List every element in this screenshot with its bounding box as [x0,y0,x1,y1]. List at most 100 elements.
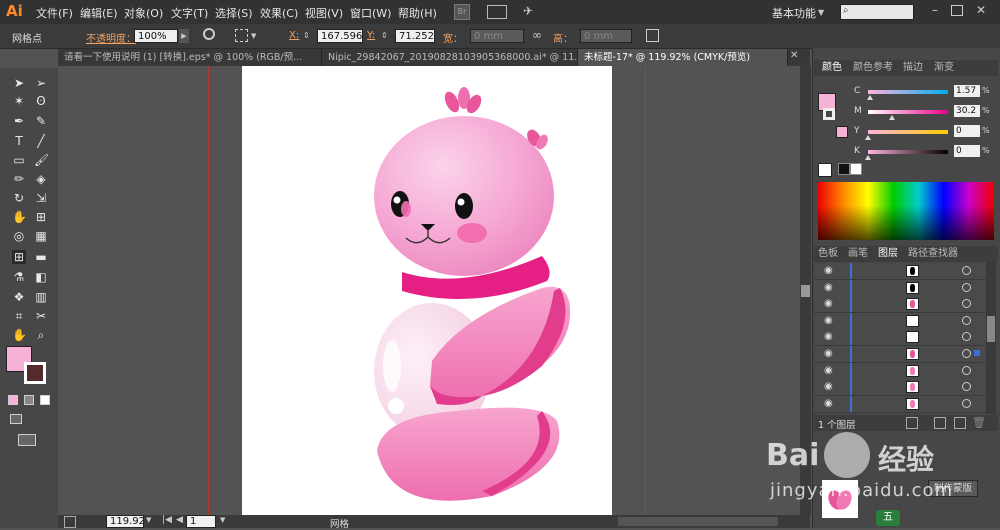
transform-icon[interactable] [646,29,659,42]
menu-help[interactable]: 帮助(H) [398,5,437,21]
tab-pathfinder[interactable]: 路径查找器 [908,247,958,261]
blend-tool-icon[interactable]: ◧ [34,270,48,284]
layer-target-icon[interactable] [962,299,971,309]
screen-mode-icon[interactable] [18,434,36,446]
none-color-swatch[interactable] [818,163,832,177]
locate-object-icon[interactable] [906,417,918,429]
draw-mode-icon[interactable] [10,414,22,424]
artboard-number-input[interactable]: 1 [186,515,216,528]
tab-close-icon[interactable]: ✕ [790,50,798,61]
out-of-gamut-swatch[interactable] [836,126,848,138]
canvas-scroll-thumb[interactable] [801,285,810,297]
x-input[interactable]: 167.596 [317,29,363,43]
maximize-icon[interactable] [951,5,963,16]
layer-target-icon[interactable] [962,315,971,325]
type-tool-icon[interactable]: T [12,134,26,148]
channel-slider-k[interactable] [868,150,948,154]
first-artboard-icon[interactable]: |◀ [162,515,172,525]
bridge-icon[interactable]: Br [454,4,470,20]
reference-point-icon[interactable] [235,29,248,42]
scale-tool-icon[interactable]: ⇲ [34,191,48,205]
y-input[interactable]: 71.252 [395,29,435,43]
toolbox-stroke-swatch[interactable] [24,362,46,384]
prev-artboard-icon[interactable]: ◀ [176,515,183,525]
tab-document-3[interactable]: 未标题-17* @ 119.92% (CMYK/预览) [578,49,788,66]
layer-target-icon[interactable] [962,349,971,358]
recolor-icon[interactable] [203,28,215,40]
x-label[interactable]: X: [289,30,299,41]
rectangle-tool-icon[interactable]: ▭ [12,153,26,167]
layer-row[interactable]: ◉ [814,279,986,297]
transparency-thumbnail[interactable] [822,480,858,518]
visibility-eye-icon[interactable]: ◉ [824,298,836,310]
layer-row[interactable]: ◉ [814,379,986,397]
search-input[interactable]: ⌕ [840,4,914,20]
zoom-input[interactable]: 119.92 [106,515,144,528]
layer-row[interactable]: ◉ [814,362,986,380]
width-label[interactable]: 宽： [443,30,463,45]
channel-value-m[interactable]: 30.2 [954,105,980,117]
tab-color[interactable]: 颜色 [822,61,842,75]
visibility-eye-icon[interactable]: ◉ [824,265,836,277]
channel-value-c[interactable]: 1.57 [954,85,980,97]
workspace-switcher[interactable]: 基本功能 [772,5,816,21]
channel-slider-handle-k[interactable] [865,155,871,160]
make-mask-button[interactable]: 制作蒙版 [928,480,978,497]
layer-row[interactable]: ◉ [814,329,986,347]
zoom-tool-icon[interactable]: ⌕ [34,328,48,342]
tab-document-1[interactable]: 请看一下使用说明 (1) [转换].eps* @ 100% (RGB/预... [58,49,322,66]
make-clipping-mask-icon[interactable] [934,417,946,429]
layer-target-icon[interactable] [962,382,971,392]
menu-edit[interactable]: 编辑(E) [80,5,118,21]
hand-tool-icon[interactable]: ✋ [12,328,27,342]
visibility-eye-icon[interactable]: ◉ [824,282,836,294]
visibility-eye-icon[interactable]: ◉ [824,348,836,360]
layer-row[interactable]: ◉ [814,296,986,314]
eraser-tool-icon[interactable]: ◈ [34,172,48,186]
x-stepper-icon[interactable]: ⇕ [303,29,313,43]
gpu-icon[interactable]: ✈ [523,4,539,18]
column-graph-tool-icon[interactable]: ▥ [34,290,48,304]
menu-file[interactable]: 文件(F) [36,5,73,21]
tab-swatches[interactable]: 色板 [818,247,838,261]
opacity-label[interactable]: 不透明度： [86,30,136,45]
reference-dropdown-icon[interactable]: ▼ [251,32,256,40]
height-input[interactable]: 0 mm [580,29,632,43]
channel-slider-handle-m[interactable] [889,115,895,120]
visibility-eye-icon[interactable]: ◉ [824,315,836,327]
eyedropper-tool-icon[interactable]: ⚗ [12,270,26,284]
layer-row[interactable]: ◉ [814,263,986,280]
menu-window[interactable]: 窗口(W) [350,5,391,21]
width-input[interactable]: 0 mm [470,29,524,43]
layer-row[interactable]: ◉ [814,346,986,363]
pen-tool-icon[interactable]: ✒ [12,114,26,128]
line-tool-icon[interactable]: ╱ [34,134,48,148]
character-illustration[interactable] [242,66,612,515]
white-swatch[interactable] [850,163,862,175]
curvature-tool-icon[interactable]: ✎ [34,114,48,128]
mesh-tool-icon[interactable]: ⊞ [12,250,26,264]
canvas-vertical-scrollbar[interactable] [800,66,811,515]
layers-scrollbar[interactable] [986,262,996,414]
tab-stroke[interactable]: 描边 [903,61,923,75]
artboard-tool-icon[interactable]: ⌗ [12,309,26,323]
workspace-dropdown-icon[interactable]: ▼ [818,8,824,17]
constrain-proportions-icon[interactable]: ∞ [532,28,542,42]
visibility-eye-icon[interactable]: ◉ [824,365,836,377]
warp-tool-icon[interactable]: ✋ [12,210,27,224]
artboard[interactable] [242,66,612,515]
horizontal-scrollbar[interactable] [618,517,778,526]
selection-indicator[interactable] [974,350,980,356]
magic-wand-tool-icon[interactable]: ✶ [12,94,26,108]
perspective-tool-icon[interactable]: ▦ [34,229,48,243]
zoom-dropdown-icon[interactable]: ▼ [146,516,151,524]
y-stepper-icon[interactable]: ⇕ [381,29,391,43]
layer-target-icon[interactable] [962,332,971,342]
rotate-tool-icon[interactable]: ↻ [12,191,26,205]
pencil-tool-icon[interactable]: ✏ [12,172,26,186]
paintbrush-tool-icon[interactable]: 🖌 [34,153,49,167]
tab-color-guide[interactable]: 颜色参考 [853,61,893,75]
y-label[interactable]: Y: [367,30,375,41]
artboard-nav-icon[interactable] [64,516,76,528]
selection-tool-icon[interactable]: ➤ [12,76,26,90]
